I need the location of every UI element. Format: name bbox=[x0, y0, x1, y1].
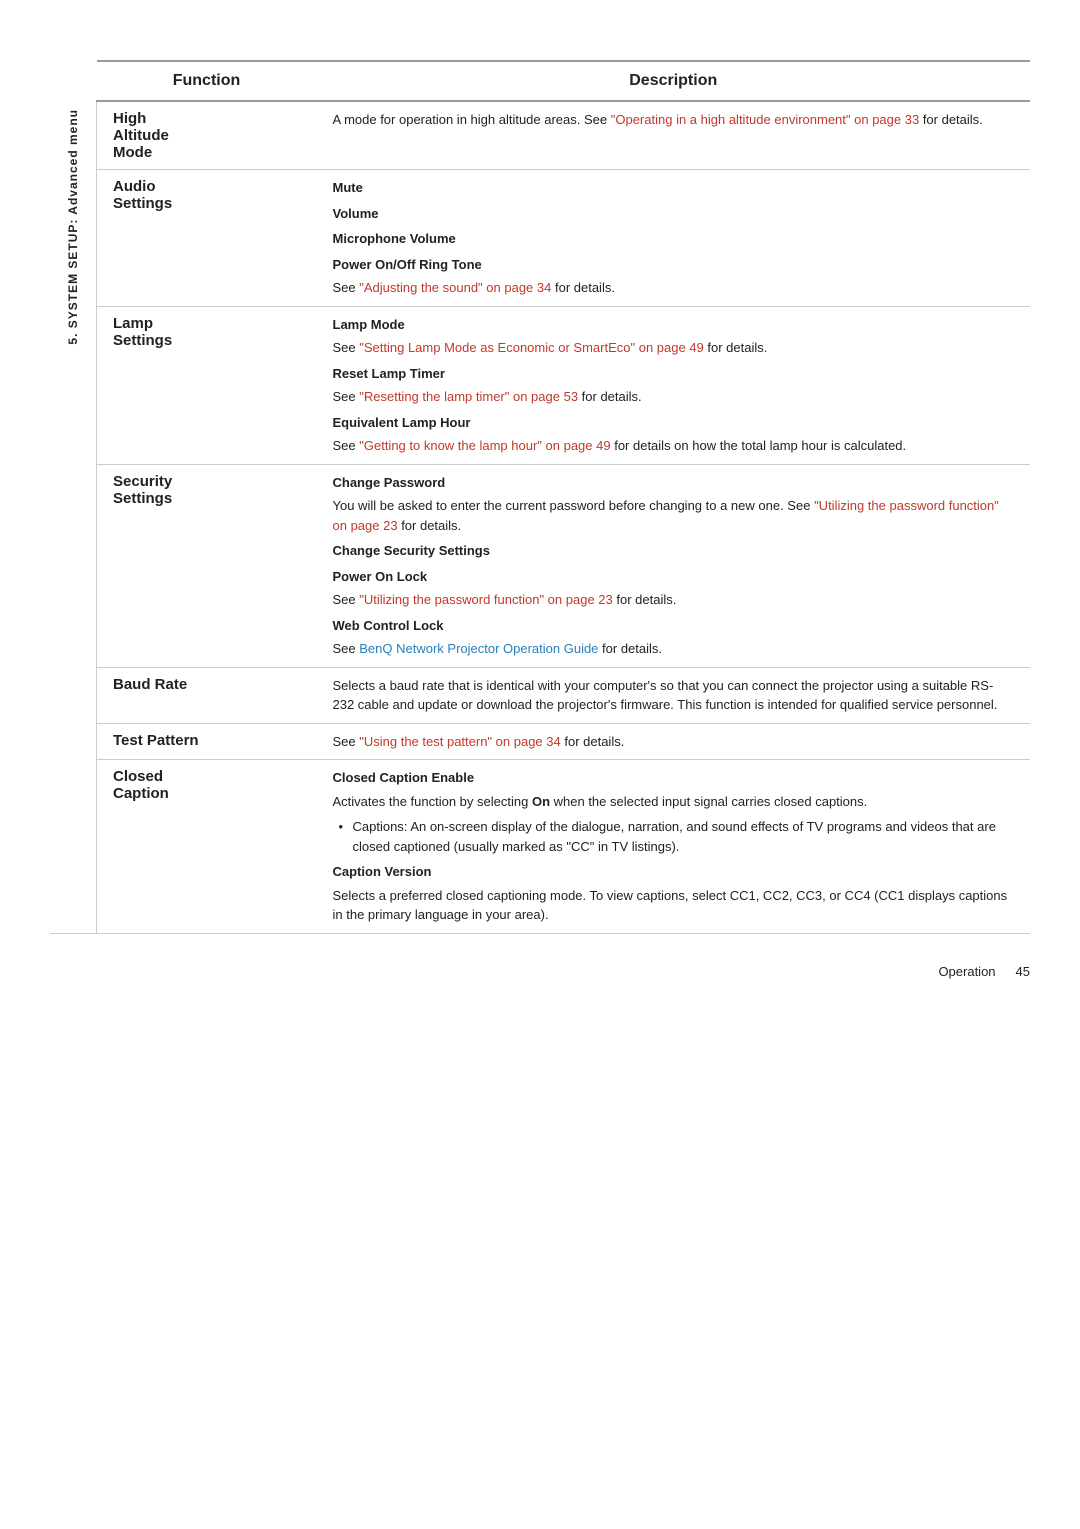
footer-page: 45 bbox=[1016, 964, 1030, 979]
desc-text: See "Setting Lamp Mode as Economic or Sm… bbox=[333, 338, 1015, 358]
desc-bold: Power On Lock bbox=[333, 567, 1015, 587]
page-wrapper: Function Description 5. SYSTEM SETUP: Ad… bbox=[50, 40, 1030, 979]
desc-text: See "Adjusting the sound" on page 34 for… bbox=[333, 278, 1015, 298]
table-row: Security Settings Change Password You will… bbox=[50, 464, 1030, 667]
sidebar-label: 5. SYSTEM SETUP: Advanced menu bbox=[66, 109, 80, 345]
sidebar-cell: 5. SYSTEM SETUP: Advanced menu bbox=[50, 101, 97, 933]
function-cell: High Altitude Mode bbox=[97, 101, 317, 170]
desc-text: Activates the function by selecting On w… bbox=[333, 792, 1015, 812]
desc-bold: Equivalent Lamp Hour bbox=[333, 413, 1015, 433]
desc-text: See "Getting to know the lamp hour" on p… bbox=[333, 436, 1015, 456]
function-cell: Audio Settings bbox=[97, 170, 317, 307]
table-row: Baud RateSelects a baud rate that is ide… bbox=[50, 667, 1030, 723]
table-row: Audio Settings Mute Volume Microphone Volum… bbox=[50, 170, 1030, 307]
desc-text: You will be asked to enter the current p… bbox=[333, 496, 1015, 535]
desc-bold: Reset Lamp Timer bbox=[333, 364, 1015, 384]
function-cell: Test Pattern bbox=[97, 723, 317, 760]
desc-bold: Change Security Settings bbox=[333, 541, 1015, 561]
desc-bold: Change Password bbox=[333, 473, 1015, 493]
table-row: 5. SYSTEM SETUP: Advanced menuHigh Altit… bbox=[50, 101, 1030, 170]
desc-bold: Mute bbox=[333, 178, 1015, 198]
footer: Operation 45 bbox=[50, 934, 1030, 979]
description-cell: See "Using the test pattern" on page 34 … bbox=[317, 723, 1031, 760]
desc-bullet: Captions: An on-screen display of the di… bbox=[333, 817, 1015, 856]
desc-bold: Web Control Lock bbox=[333, 616, 1015, 636]
desc-text: See "Resetting the lamp timer" on page 5… bbox=[333, 387, 1015, 407]
description-cell: Closed Caption Enable Activates the funct… bbox=[317, 760, 1031, 934]
description-cell: A mode for operation in high altitude ar… bbox=[317, 101, 1031, 170]
description-cell: Selects a baud rate that is identical wi… bbox=[317, 667, 1031, 723]
function-cell: Closed Caption bbox=[97, 760, 317, 934]
desc-text: See "Utilizing the password function" on… bbox=[333, 590, 1015, 610]
desc-bold: Caption Version bbox=[333, 862, 1015, 882]
function-cell: Baud Rate bbox=[97, 667, 317, 723]
function-cell: Security Settings bbox=[97, 464, 317, 667]
table-row: Lamp Settings Lamp Mode See "Setting Lamp … bbox=[50, 306, 1030, 464]
footer-label: Operation bbox=[938, 964, 995, 979]
function-header: Function bbox=[97, 61, 317, 101]
desc-bold: Closed Caption Enable bbox=[333, 768, 1015, 788]
description-cell: Mute Volume Microphone Volume Power On/Off … bbox=[317, 170, 1031, 307]
desc-text: See BenQ Network Projector Operation Gui… bbox=[333, 639, 1015, 659]
description-header: Description bbox=[317, 61, 1031, 101]
desc-bold: Volume bbox=[333, 204, 1015, 224]
desc-bold: Power On/Off Ring Tone bbox=[333, 255, 1015, 275]
table-row: Test PatternSee "Using the test pattern"… bbox=[50, 723, 1030, 760]
description-cell: Lamp Mode See "Setting Lamp Mode as Econo… bbox=[317, 306, 1031, 464]
main-table: Function Description 5. SYSTEM SETUP: Ad… bbox=[50, 60, 1030, 934]
description-cell: Change Password You will be asked to ente… bbox=[317, 464, 1031, 667]
desc-bold: Microphone Volume bbox=[333, 229, 1015, 249]
function-cell: Lamp Settings bbox=[97, 306, 317, 464]
desc-bold: Lamp Mode bbox=[333, 315, 1015, 335]
table-row: Closed Caption Closed Caption Enable Activ… bbox=[50, 760, 1030, 934]
desc-text: Selects a preferred closed captioning mo… bbox=[333, 886, 1015, 925]
